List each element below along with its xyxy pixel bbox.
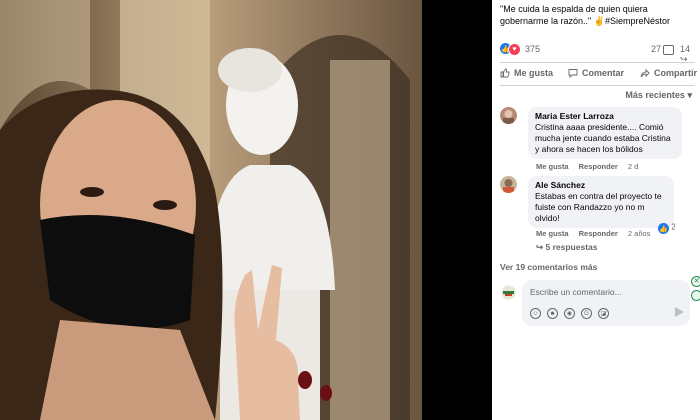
avatar[interactable] (500, 176, 517, 193)
speech-bubble-icon (568, 69, 578, 78)
comment-text: Estabas en contra del proyecto te fuiste… (535, 191, 662, 223)
post-caption: "Me cuida la espalda de quien quiera gob… (500, 4, 670, 26)
comment-count: 27 (651, 44, 662, 54)
reply-arrow-icon: ↪ (536, 242, 544, 252)
like-reaction-icon: 👍 (658, 223, 669, 234)
like-button[interactable]: Me gusta (500, 68, 553, 78)
comment-count-wrap[interactable]: 27 (651, 44, 675, 55)
gif-icon[interactable]: G (581, 308, 592, 319)
emoji-icon[interactable]: ☻ (547, 308, 558, 319)
comment-bubble: Maria Ester Larroza Cristina aaaa presid… (528, 107, 682, 159)
chevron-down-icon: ▾ (687, 90, 692, 100)
view-replies-link[interactable]: ↪ 5 respuestas (536, 242, 597, 253)
comment-composer: Escribe un comentario... ☺ ☻ ◉ G ◪ (500, 280, 695, 328)
avatar (500, 284, 517, 301)
sort-label: Más recientes (625, 90, 685, 100)
thumbs-up-icon (500, 68, 510, 78)
share-button[interactable]: Compartir (640, 68, 697, 78)
viewer-gutter (422, 0, 492, 420)
comment-time[interactable]: 2 d (628, 162, 638, 171)
avatar-image (500, 176, 517, 193)
like-label: Me gusta (514, 68, 554, 78)
comment-author[interactable]: Maria Ester Larroza (535, 111, 675, 122)
close-icon[interactable]: ✕ (691, 276, 700, 287)
comment-reaction-count: 2 (671, 222, 676, 232)
comment-text: Cristina aaaa presidente.... Comió mucha… (535, 122, 671, 154)
avatar-image (500, 284, 517, 301)
comment-bubble: Ale Sánchez Estabas en contra del proyec… (528, 176, 674, 228)
comment-item: Maria Ester Larroza Cristina aaaa presid… (500, 107, 695, 171)
comment-input[interactable]: Escribe un comentario... ☺ ☻ ◉ G ◪ (522, 280, 690, 326)
comment-like-link[interactable]: Me gusta (536, 229, 569, 238)
share-label: Compartir (654, 68, 698, 78)
love-reaction-icon: ♥ (508, 43, 521, 56)
status-icon[interactable] (691, 290, 700, 301)
reactions-summary[interactable]: 👍 ♥ 375 27 14 ↪ (500, 42, 695, 64)
view-more-comments-link[interactable]: Ver 19 comentarios más (500, 262, 597, 272)
composer-tools: ☺ ☻ ◉ G ◪ (530, 308, 609, 319)
comment-reply-link[interactable]: Responder (579, 162, 618, 171)
comment-label: Comentar (582, 68, 625, 78)
comment-reaction-badge[interactable]: 👍 2 (658, 222, 676, 234)
comment-author[interactable]: Ale Sánchez (535, 180, 667, 191)
comment-meta: Me gusta Responder 2 d (536, 162, 646, 171)
comment-count-icon (663, 44, 675, 55)
comment-time[interactable]: 2 años (628, 229, 651, 238)
comment-item: Ale Sánchez Estabas en contra del proyec… (500, 176, 695, 256)
comment-like-link[interactable]: Me gusta (536, 162, 569, 171)
post-side-panel: "Me cuida la espalda de quien quiera gob… (492, 0, 700, 420)
comment-placeholder: Escribe un comentario... (530, 287, 622, 297)
avatar[interactable] (500, 107, 517, 124)
share-count: 14 (680, 44, 691, 54)
divider (500, 85, 695, 86)
post-photo[interactable] (0, 0, 422, 420)
reaction-count[interactable]: 375 (525, 44, 540, 54)
send-icon[interactable] (675, 307, 684, 317)
post-actions: Me gusta Comentar Compartir (500, 66, 697, 82)
comment-sort-dropdown[interactable]: Más recientes ▾ (625, 90, 692, 101)
avatar-sticker-icon[interactable]: ☺ (530, 308, 541, 319)
replies-label: 5 respuestas (545, 242, 598, 252)
sticker-icon[interactable]: ◪ (598, 308, 609, 319)
comment-reply-link[interactable]: Responder (579, 229, 618, 238)
edge-widget: ✕ (691, 276, 700, 301)
photo-scene (0, 0, 422, 420)
comment-button[interactable]: Comentar (568, 68, 624, 78)
camera-icon[interactable]: ◉ (564, 308, 575, 319)
share-arrow-icon (640, 68, 650, 78)
avatar-image (500, 107, 517, 124)
comment-meta: Me gusta Responder 2 años (536, 229, 658, 238)
divider (500, 62, 695, 63)
